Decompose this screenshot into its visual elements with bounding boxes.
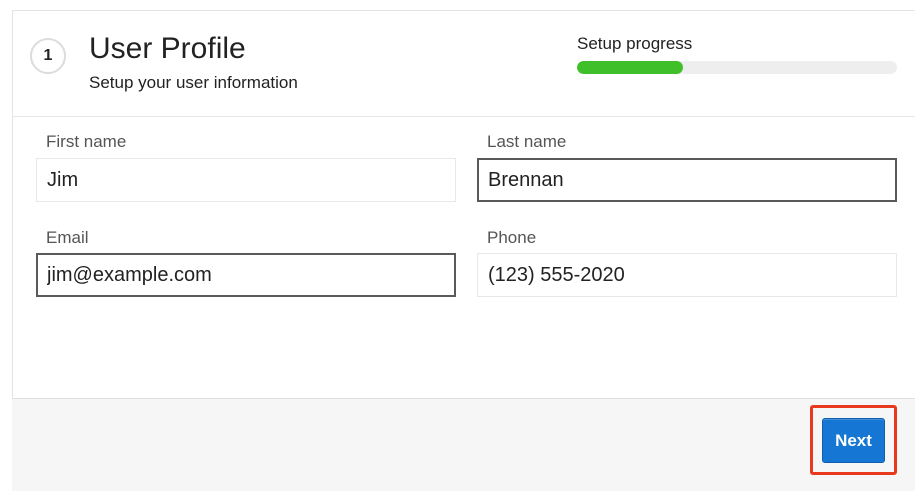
wizard-header: 1 User Profile Setup your user informati…	[13, 11, 915, 117]
progress-bar	[577, 61, 897, 74]
last-name-field[interactable]	[477, 158, 897, 202]
wizard-footer	[12, 398, 915, 491]
last-name-label: Last name	[487, 132, 567, 151]
progress-label: Setup progress	[577, 34, 693, 53]
email-field[interactable]	[36, 253, 456, 297]
page-title: User Profile	[89, 32, 246, 65]
phone-field[interactable]	[477, 253, 897, 297]
first-name-field[interactable]	[36, 158, 456, 202]
email-label: Email	[46, 228, 89, 247]
first-name-label: First name	[46, 132, 127, 151]
next-button[interactable]: Next	[822, 418, 885, 463]
step-number-badge: 1	[30, 38, 66, 74]
phone-label: Phone	[487, 228, 537, 247]
page-subtitle: Setup your user information	[89, 73, 298, 92]
progress-bar-fill	[577, 61, 683, 74]
